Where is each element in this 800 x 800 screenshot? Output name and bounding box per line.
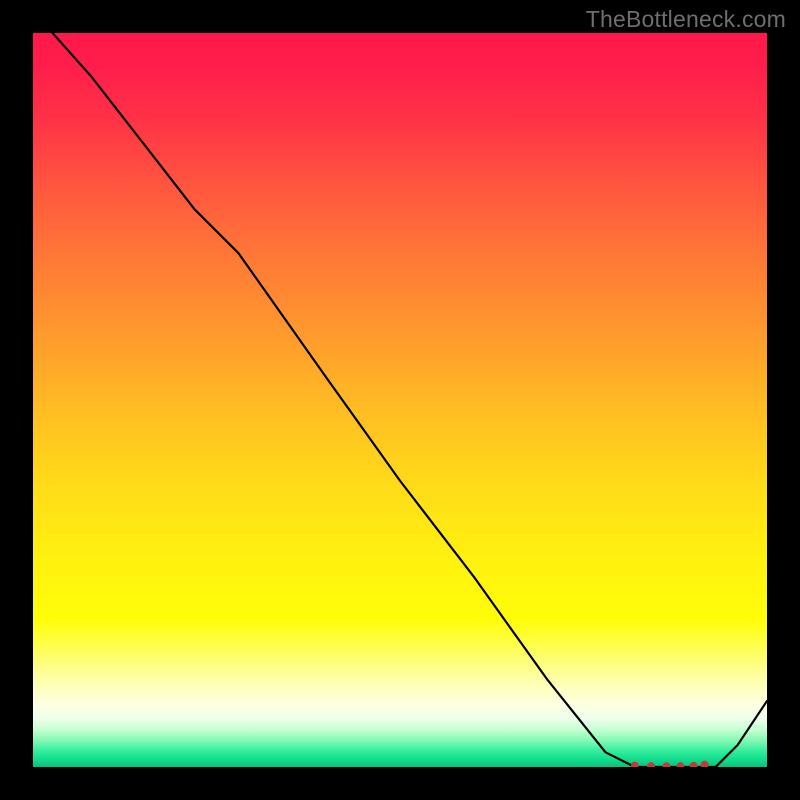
marker-dot [690, 762, 698, 767]
bottleneck-chart: TheBottleneck.com [0, 0, 800, 800]
marker-dot [647, 762, 655, 767]
marker-dot [631, 762, 639, 767]
plot-area [33, 33, 767, 767]
marker-dot [662, 762, 670, 767]
curve-svg [33, 33, 767, 767]
marker-dot [676, 762, 684, 767]
bottleneck-curve [33, 33, 767, 767]
marker-dot [701, 761, 709, 767]
watermark-text: TheBottleneck.com [586, 6, 786, 33]
